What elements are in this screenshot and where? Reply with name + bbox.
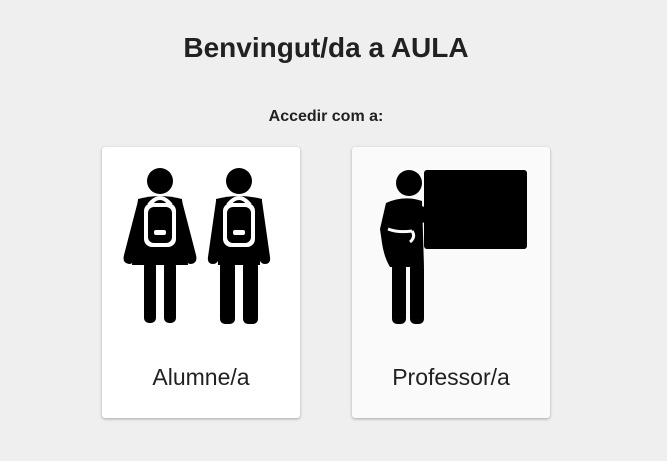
page-title: Benvingut/da a AULA (183, 32, 469, 63)
login-role-page: Benvingut/da a AULA Accedir com a: Alumn… (0, 0, 667, 461)
teacher-login-card[interactable]: Professor/a (352, 147, 550, 418)
students-icon (123, 168, 271, 324)
access-as-label: Accedir com a: (268, 108, 384, 125)
teacher-icon (380, 170, 527, 324)
student-option-label: Alumne/a (152, 364, 250, 390)
student-login-card[interactable]: Alumne/a (102, 147, 300, 418)
teacher-option-label: Professor/a (392, 364, 510, 390)
